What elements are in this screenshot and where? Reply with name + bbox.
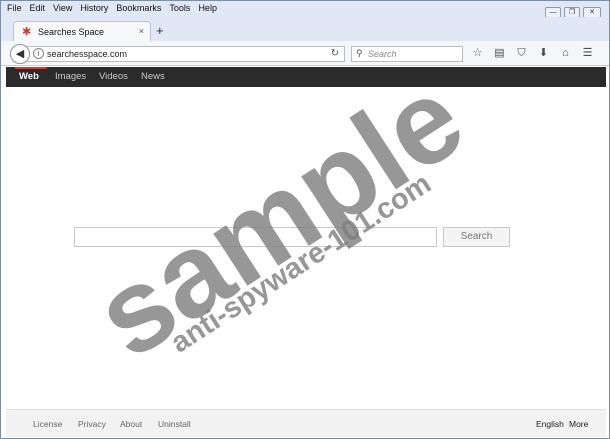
footer-more-link[interactable]: More <box>569 419 588 429</box>
toolbar-icons: ☆ ▤ ⛉ ⬇ ⌂ ☰ <box>471 47 594 60</box>
tab-close-icon[interactable]: × <box>139 26 144 36</box>
footer-privacy-link[interactable]: Privacy <box>78 419 106 429</box>
footer-uninstall-link[interactable]: Uninstall <box>158 419 191 429</box>
footer: License Privacy About Uninstall English … <box>6 409 606 437</box>
info-icon[interactable]: i <box>33 48 44 59</box>
menu-edit[interactable]: Edit <box>30 3 46 13</box>
menu-tools[interactable]: Tools <box>169 3 190 13</box>
pocket-icon[interactable]: ⛉ <box>515 47 528 60</box>
nav-web[interactable]: Web <box>19 71 39 82</box>
address-bar[interactable]: i searchesspace.com ↻ <box>27 46 345 62</box>
tab-strip: ✱ Searches Space × + <box>1 17 609 42</box>
menu-view[interactable]: View <box>53 3 72 13</box>
reading-list-icon[interactable]: ▤ <box>493 47 506 60</box>
active-indicator <box>15 67 47 69</box>
search-icon: ⚲ <box>356 48 363 58</box>
nav-videos[interactable]: Videos <box>99 71 128 82</box>
browser-search-field[interactable]: ⚲ Search <box>351 46 463 62</box>
menu-bookmarks[interactable]: Bookmarks <box>116 3 161 13</box>
nav-images[interactable]: Images <box>55 71 86 82</box>
menu-bar: File Edit View History Bookmarks Tools H… <box>1 1 609 18</box>
search-button[interactable]: Search <box>443 227 510 247</box>
site-navigation: Web Images Videos News <box>6 67 606 87</box>
search-placeholder: Search <box>368 49 397 59</box>
menu-list: File Edit View History Bookmarks Tools H… <box>7 3 217 13</box>
navigation-bar: i searchesspace.com ↻ ◀ ⚲ Search ☆ ▤ ⛉ ⬇… <box>1 41 609 66</box>
download-icon[interactable]: ⬇ <box>537 47 550 60</box>
menu-help[interactable]: Help <box>198 3 217 13</box>
footer-language-link[interactable]: English <box>536 419 564 429</box>
url-text[interactable]: searchesspace.com <box>47 49 127 59</box>
nav-news[interactable]: News <box>141 71 165 82</box>
back-button[interactable]: ◀ <box>10 44 30 64</box>
menu-file[interactable]: File <box>7 3 22 13</box>
tab-searches-space[interactable]: ✱ Searches Space × <box>13 21 151 42</box>
search-input[interactable] <box>74 227 437 247</box>
footer-about-link[interactable]: About <box>120 419 142 429</box>
star-icon[interactable]: ☆ <box>471 47 484 60</box>
home-icon[interactable]: ⌂ <box>559 47 572 60</box>
reload-icon[interactable]: ↻ <box>331 48 339 59</box>
tab-title: Searches Space <box>38 27 105 37</box>
footer-license-link[interactable]: License <box>33 419 62 429</box>
browser-window: File Edit View History Bookmarks Tools H… <box>0 0 610 439</box>
main-content: Search <box>6 87 606 409</box>
back-arrow-icon: ◀ <box>15 48 25 60</box>
menu-history[interactable]: History <box>80 3 108 13</box>
menu-icon[interactable]: ☰ <box>581 47 594 60</box>
star-favicon-icon: ✱ <box>22 26 32 38</box>
new-tab-button[interactable]: + <box>156 24 164 37</box>
